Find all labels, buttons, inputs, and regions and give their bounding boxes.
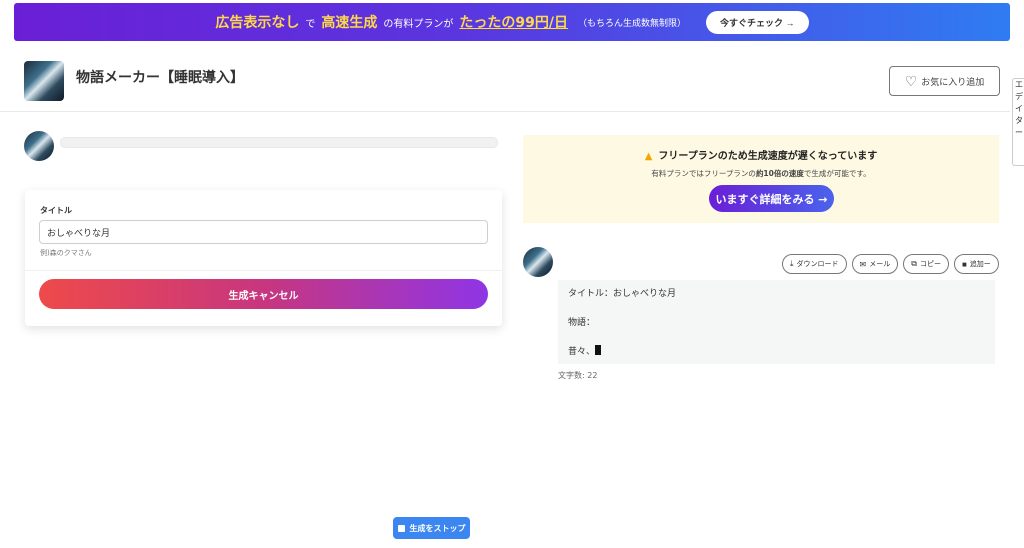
free-plan-notice: ▲ フリープランのため生成速度が遅くなっています 有料プランではフリープランの約1… bbox=[523, 135, 999, 223]
page-header: 物語メーカー【睡眠導入】 ♡ お気に入り追加 bbox=[0, 52, 1010, 112]
edge-char: タ bbox=[1015, 116, 1023, 125]
promo-fast-gen: 高速生成 bbox=[321, 15, 378, 31]
title-input[interactable] bbox=[39, 220, 488, 244]
title-field-label: タイトル bbox=[40, 206, 72, 215]
mail-label: メール bbox=[869, 261, 891, 268]
promo-banner[interactable]: 広告表示なしで高速生成 の有料プランが たったの99円/日 （もちろん生成数無制限）… bbox=[14, 3, 1010, 41]
save-button[interactable]: ■ 追加ー bbox=[953, 254, 999, 274]
heart-icon: ♡ bbox=[904, 72, 918, 89]
story-form: タイトル 例)森のクマさん 生成キャンセル bbox=[25, 190, 502, 326]
notice-sub-bold: 約10倍の速度 bbox=[755, 169, 804, 178]
notice-sub-post: で生成が可能です。 bbox=[803, 169, 871, 178]
stop-generation-button[interactable]: 生成をストップ bbox=[393, 517, 470, 539]
message-placeholder-bar bbox=[60, 137, 498, 148]
output-line-text: 昔々、 bbox=[568, 347, 596, 357]
cancel-generation-button[interactable]: 生成キャンセル bbox=[39, 279, 488, 309]
save-icon: ■ bbox=[961, 259, 967, 269]
add-favorite-label: お気に入り追加 bbox=[921, 76, 985, 87]
promo-price: たったの99円/日 bbox=[459, 15, 569, 31]
char-count: 文字数: 22 bbox=[558, 371, 598, 380]
divider bbox=[25, 270, 502, 271]
story-output: タイトル：おしゃべりな月 物語： 昔々、 bbox=[558, 280, 995, 364]
mail-icon: ✉ bbox=[859, 259, 867, 269]
title-field-hint: 例)森のクマさん bbox=[40, 249, 92, 257]
see-details-button[interactable]: いますぐ詳細をみる → bbox=[709, 185, 834, 212]
promo-no-ads: 広告表示なし bbox=[215, 15, 300, 31]
assistant-avatar bbox=[24, 131, 54, 161]
notice-heading: ▲ フリープランのため生成速度が遅くなっています bbox=[523, 147, 999, 162]
result-avatar bbox=[523, 247, 553, 277]
result-actions: ⤓ ダウンロード ✉ メール ⧉ コピー ■ 追加ー bbox=[782, 254, 999, 274]
download-icon: ⤓ bbox=[790, 259, 794, 268]
promo-check-button[interactable]: 今すぐチェック → bbox=[706, 10, 809, 34]
stop-icon bbox=[397, 524, 405, 532]
edge-char: エ bbox=[1015, 80, 1023, 89]
editor-side-tab[interactable]: エ デ イ タ ー bbox=[1012, 78, 1024, 166]
page-title: 物語メーカー【睡眠導入】 bbox=[76, 70, 244, 86]
copy-icon: ⧉ bbox=[911, 259, 917, 268]
edge-char: ー bbox=[1015, 128, 1023, 137]
notice-sub-pre: 有料プランではフリープランの bbox=[651, 169, 756, 178]
copy-button[interactable]: ⧉ コピー bbox=[903, 254, 949, 274]
output-line: 物語： bbox=[568, 318, 596, 328]
stop-label: 生成をストップ bbox=[409, 523, 466, 533]
promo-note: （もちろん生成数無制限） bbox=[578, 18, 687, 29]
download-label: ダウンロード bbox=[796, 261, 839, 268]
warning-icon: ▲ bbox=[644, 151, 653, 162]
output-line-current: 昔々、 bbox=[568, 344, 985, 373]
mail-button[interactable]: ✉ メール bbox=[851, 254, 899, 274]
output-line: タイトル：おしゃべりな月 bbox=[568, 289, 677, 299]
copy-label: コピー bbox=[919, 261, 941, 268]
edge-char: デ bbox=[1015, 92, 1023, 101]
save-label: 追加ー bbox=[969, 261, 991, 268]
typing-cursor bbox=[595, 345, 602, 355]
notice-heading-text: フリープランのため生成速度が遅くなっています bbox=[658, 151, 878, 162]
download-button[interactable]: ⤓ ダウンロード bbox=[782, 254, 847, 274]
promo-paid-plan: の有料プランが bbox=[383, 18, 454, 30]
notice-subtext: 有料プランではフリープランの約10倍の速度で生成が可能です。 bbox=[523, 168, 999, 179]
add-favorite-button[interactable]: ♡ お気に入り追加 bbox=[889, 66, 1000, 96]
promo-connector: で bbox=[305, 18, 316, 30]
edge-char: イ bbox=[1015, 104, 1023, 113]
app-avatar bbox=[24, 61, 64, 101]
